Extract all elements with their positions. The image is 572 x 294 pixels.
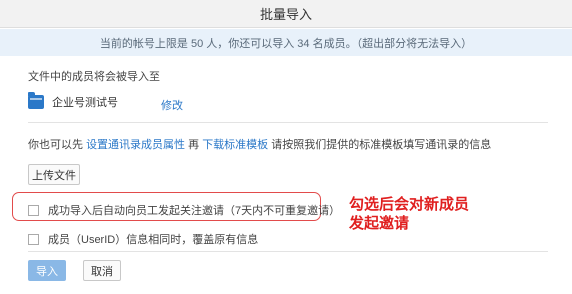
- quota-notice: 当前的帐号上限是 50 人，你还可以导入 34 名成员。（超出部分将无法导入）: [0, 29, 572, 56]
- destination-team: 企业号测试号: [28, 92, 118, 111]
- annotation-line-2: 发起邀请: [349, 215, 410, 232]
- team-name: 企业号测试号: [52, 97, 118, 109]
- template-instruction: 你也可以先 设置通讯录成员属性 再 下载标准模板 请按照我们提供的标准模板填写通…: [28, 136, 491, 152]
- upload-file-button[interactable]: 上传文件: [28, 164, 80, 185]
- download-template-link[interactable]: 下载标准模板: [202, 139, 268, 151]
- footer-divider: [28, 251, 548, 252]
- instruction-suffix: 请按照我们提供的标准模板填写通讯录的信息: [271, 139, 492, 151]
- dialog-title: 批量导入: [259, 7, 312, 22]
- instruction-middle: 再: [188, 139, 200, 151]
- annotation-text: 勾选后会对新成员 发起邀请: [349, 195, 469, 233]
- auto-invite-label: 成功导入后自动向员工发起关注邀请（7天内不可重复邀请）: [48, 205, 341, 217]
- auto-invite-option[interactable]: 成功导入后自动向员工发起关注邀请（7天内不可重复邀请）: [28, 202, 340, 218]
- cancel-button[interactable]: 取消: [83, 260, 121, 281]
- instruction-prefix: 你也可以先: [28, 139, 83, 151]
- edit-destination-link[interactable]: 修改: [161, 97, 183, 113]
- annotation-line-1: 勾选后会对新成员: [349, 196, 470, 213]
- overwrite-checkbox[interactable]: [28, 233, 39, 245]
- divider: [28, 122, 548, 123]
- folder-icon: [28, 92, 44, 109]
- overwrite-label: 成员（UserID）信息相同时，覆盖原有信息: [48, 234, 259, 246]
- destination-label: 文件中的成员将会被导入至: [28, 71, 160, 83]
- set-member-attributes-link[interactable]: 设置通讯录成员属性: [86, 139, 185, 151]
- overwrite-option[interactable]: 成员（UserID）信息相同时，覆盖原有信息: [28, 231, 258, 247]
- dialog-titlebar: 批量导入: [0, 0, 572, 28]
- auto-invite-checkbox[interactable]: [28, 204, 39, 216]
- import-button[interactable]: 导入: [28, 260, 66, 281]
